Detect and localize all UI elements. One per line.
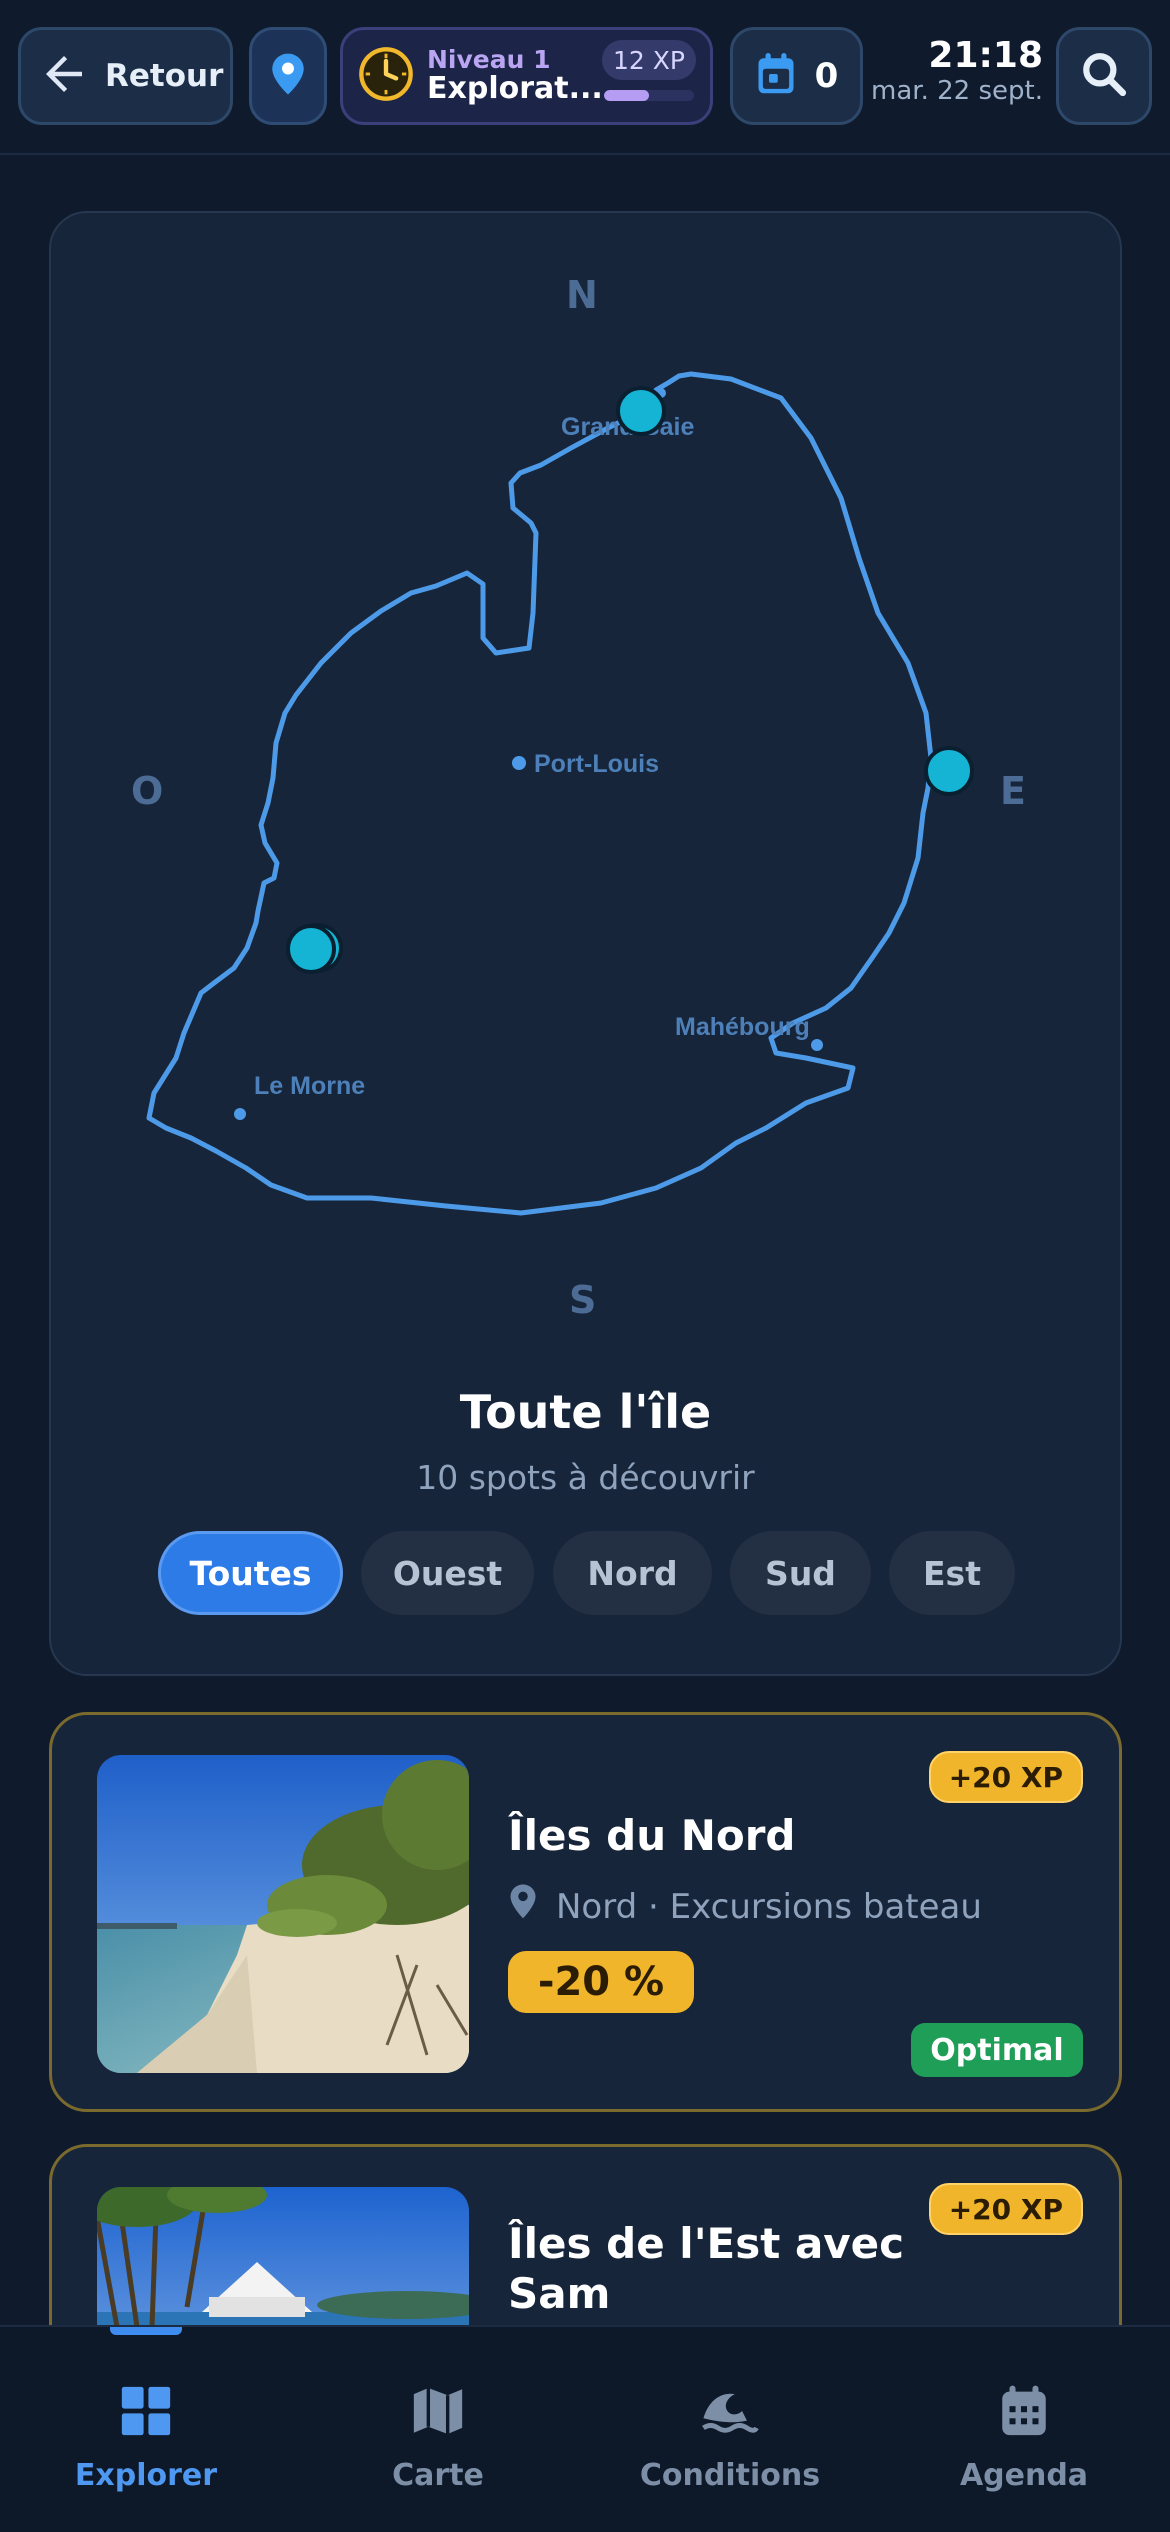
place-mahebourg: Mahébourg xyxy=(675,1013,810,1041)
spot-card[interactable]: Îles du Nord +20 XP Nord · Excursions ba… xyxy=(49,1712,1122,2112)
wave-icon xyxy=(698,2382,762,2444)
tab-label: Explorer xyxy=(74,2458,218,2493)
place-port-louis: Port-Louis xyxy=(534,750,659,778)
arrow-left-icon xyxy=(37,47,91,105)
level-widget[interactable]: Niveau 1 Explorat... 12 XP xyxy=(340,27,713,125)
region-filter-bar: Toutes Ouest Nord Sud Est xyxy=(51,1531,1120,1615)
xp-progress-fill xyxy=(604,90,649,101)
location-button[interactable] xyxy=(249,27,327,125)
condition-status-badge: Optimal xyxy=(911,2023,1083,2077)
island-map-card: Grand Baie Port-Louis Mahébourg Le Morne… xyxy=(49,211,1122,1676)
calendar-icon xyxy=(755,51,797,101)
tab-label: Agenda xyxy=(959,2458,1089,2493)
spot-xp-badge: +20 XP xyxy=(928,1751,1083,1803)
spot-count: 10 spots à découvrir xyxy=(416,1458,755,1497)
level-name: Explorat... xyxy=(427,71,603,107)
filter-east[interactable]: Est xyxy=(889,1531,1015,1615)
location-pin-icon xyxy=(508,1883,538,1930)
location-pin-icon xyxy=(269,52,307,100)
tab-agenda[interactable]: Agenda xyxy=(914,2382,1134,2493)
filter-south[interactable]: Sud xyxy=(730,1531,871,1615)
tab-explorer[interactable]: Explorer xyxy=(36,2382,256,2493)
spot-marker-east[interactable] xyxy=(924,746,974,796)
discount-badge: -20 % xyxy=(508,1951,694,2013)
spot-photo xyxy=(97,1755,469,2073)
current-date: mar. 22 sept. xyxy=(871,75,1043,106)
spot-meta: Nord · Excursions bateau xyxy=(508,1883,982,1930)
spot-region-category: Nord · Excursions bateau xyxy=(556,1886,982,1927)
spot-title-line2: Sam xyxy=(508,2269,611,2319)
level-label: Niveau 1 xyxy=(427,45,551,75)
bottom-tab-bar: Explorer Carte Conditions Agenda xyxy=(0,2325,1170,2532)
tab-label: Carte xyxy=(392,2458,484,2493)
spot-title: Îles du Nord xyxy=(508,1811,796,1860)
clock-icon xyxy=(357,45,415,107)
search-icon xyxy=(1079,49,1129,103)
spot-title: Îles de l'Est avec Sam xyxy=(508,2219,904,2320)
xp-badge: 12 XP xyxy=(602,40,696,80)
xp-progress-bar xyxy=(604,90,694,101)
map-icon xyxy=(409,2382,467,2444)
top-bar: Retour Niveau 1 Explorat... 12 XP 0 21:1… xyxy=(0,0,1170,155)
calendar-count: 0 xyxy=(814,56,839,96)
filter-all[interactable]: Toutes xyxy=(158,1531,343,1615)
island-map[interactable]: Grand Baie Port-Louis Mahébourg Le Morne xyxy=(51,213,1124,1373)
spot-marker-west[interactable] xyxy=(286,923,343,974)
place-le-morne: Le Morne xyxy=(254,1072,365,1100)
active-tab-indicator xyxy=(110,2327,182,2335)
back-label: Retour xyxy=(105,58,224,94)
calendar-counter-button[interactable]: 0 xyxy=(730,27,863,125)
filter-north[interactable]: Nord xyxy=(553,1531,712,1615)
spot-marker-north[interactable] xyxy=(616,386,666,436)
tab-label: Conditions xyxy=(639,2458,821,2493)
compass-east: E xyxy=(1000,769,1026,813)
spot-title-line1: Îles de l'Est avec xyxy=(508,2219,905,2268)
clock-display: 21:18 mar. 22 sept. xyxy=(871,36,1043,106)
spot-xp-badge: +20 XP xyxy=(928,2183,1083,2235)
back-button[interactable]: Retour xyxy=(18,27,233,125)
calendar-icon xyxy=(995,2382,1053,2444)
compass-south: S xyxy=(569,1278,597,1322)
tab-carte[interactable]: Carte xyxy=(328,2382,548,2493)
current-time: 21:18 xyxy=(928,35,1043,76)
grid-icon xyxy=(117,2382,175,2444)
search-button[interactable] xyxy=(1056,27,1152,125)
compass-west: O xyxy=(131,769,164,813)
compass-north: N xyxy=(566,273,598,317)
filter-west[interactable]: Ouest xyxy=(361,1531,534,1615)
region-title: Toute l'île xyxy=(459,1385,712,1439)
tab-conditions[interactable]: Conditions xyxy=(620,2382,840,2493)
